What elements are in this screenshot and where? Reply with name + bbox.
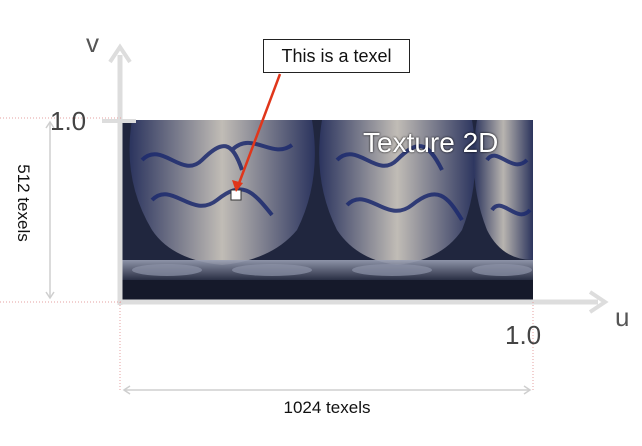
u-axis-label: u [615,302,630,332]
height-label-wrap: 512 texels [0,164,68,242]
v-max-label: 1.0 [50,106,87,136]
width-label: 1024 texels [283,398,371,417]
texel-callout: This is a texel [263,39,410,73]
u-max-label: 1.0 [505,320,542,350]
height-label: 512 texels [14,164,33,242]
v-axis-label: v [86,28,99,58]
callout-arrow-line [236,73,282,187]
